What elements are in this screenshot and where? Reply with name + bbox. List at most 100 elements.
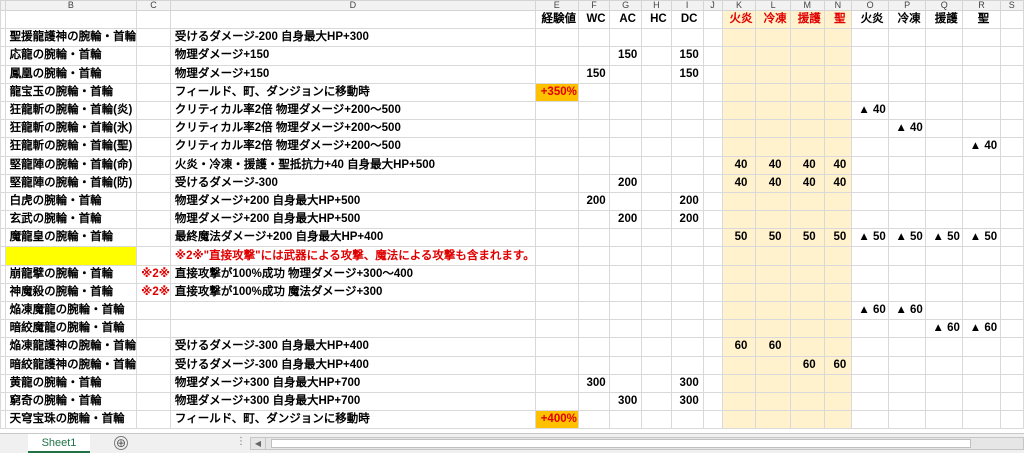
cell-j[interactable]: [702, 300, 723, 321]
cell-i[interactable]: [670, 28, 704, 48]
cell-r[interactable]: [962, 410, 1001, 430]
cell-l[interactable]: 60: [755, 337, 791, 357]
cell-p[interactable]: [888, 100, 927, 121]
cell-k[interactable]: [721, 46, 757, 66]
cell-e[interactable]: [534, 300, 579, 321]
cell-l[interactable]: [755, 391, 791, 412]
cell-q[interactable]: [925, 210, 964, 230]
cell-p[interactable]: [888, 282, 927, 303]
cell-r[interactable]: [962, 355, 1001, 375]
cell-o[interactable]: [850, 173, 890, 193]
cell-c[interactable]: [136, 355, 171, 375]
cell-f[interactable]: [577, 46, 611, 66]
cell-b[interactable]: 応龍の腕輪・首輪: [4, 46, 138, 66]
cell-r[interactable]: [962, 391, 1001, 412]
cell-f[interactable]: 300: [577, 373, 611, 393]
cell-f[interactable]: [577, 228, 611, 248]
cell-m[interactable]: [789, 337, 825, 357]
cell-g[interactable]: [609, 300, 643, 321]
cell-h[interactable]: [641, 155, 672, 175]
cell-k[interactable]: [721, 355, 757, 375]
cell-c[interactable]: [136, 300, 171, 321]
cell-p[interactable]: [888, 337, 927, 357]
cell-j[interactable]: [702, 100, 723, 121]
cell-m[interactable]: [789, 210, 825, 230]
cell-g[interactable]: 200: [609, 173, 643, 193]
cell-r[interactable]: [962, 46, 1001, 66]
cell-c[interactable]: [136, 46, 171, 66]
cell-b[interactable]: 白虎の腕輪・首輪: [4, 191, 138, 212]
cell-e[interactable]: [534, 246, 579, 266]
cell-k[interactable]: [721, 300, 757, 321]
cell-s[interactable]: [999, 391, 1024, 412]
cell-q[interactable]: [925, 300, 964, 321]
cell-m[interactable]: [789, 410, 825, 430]
cell-i[interactable]: [670, 173, 704, 193]
cell-d[interactable]: 物理ダメージ+300 自身最大HP+700: [169, 391, 536, 412]
column-header-r[interactable]: R: [962, 0, 1001, 11]
cell-l[interactable]: [755, 46, 791, 66]
cell-l[interactable]: [755, 119, 791, 139]
cell-q[interactable]: [925, 119, 964, 139]
column-header-n[interactable]: N: [823, 0, 852, 11]
cell-h[interactable]: [641, 100, 672, 121]
cell-k[interactable]: [721, 391, 757, 412]
cell-n[interactable]: [823, 210, 852, 230]
cell-b[interactable]: 黄龍の腕輪・首輪: [4, 373, 138, 393]
cell-p[interactable]: ▲ 40: [888, 119, 927, 139]
cell-h[interactable]: [641, 137, 672, 157]
cell-m[interactable]: [789, 373, 825, 393]
cell-o[interactable]: [850, 246, 890, 266]
cell-s[interactable]: [999, 264, 1024, 284]
cell-s[interactable]: [999, 82, 1024, 102]
cell-g[interactable]: [609, 100, 643, 121]
cell-d[interactable]: 物理ダメージ+150: [169, 64, 536, 84]
cell-s[interactable]: [999, 410, 1024, 430]
cell-e[interactable]: [534, 137, 579, 157]
cell-p[interactable]: [888, 391, 927, 412]
cell-n[interactable]: [823, 300, 852, 321]
cell-p[interactable]: [888, 155, 927, 175]
cell-q[interactable]: [925, 46, 964, 66]
cell-i[interactable]: [670, 337, 704, 357]
cell-o[interactable]: [850, 28, 890, 48]
cell-h[interactable]: [641, 119, 672, 139]
scroll-thumb[interactable]: [271, 439, 971, 448]
cell-b[interactable]: 龍宝玉の腕輪・首輪: [4, 82, 138, 102]
cell-c[interactable]: [136, 319, 171, 339]
cell-b[interactable]: 玄武の腕輪・首輪: [4, 210, 138, 230]
cell-q[interactable]: [925, 373, 964, 393]
cell-i[interactable]: [670, 319, 704, 339]
cell-p[interactable]: [888, 82, 927, 102]
column-header-m[interactable]: M: [789, 0, 825, 11]
cell-m[interactable]: [789, 100, 825, 121]
cell-c[interactable]: [136, 228, 171, 248]
cell-f[interactable]: [577, 319, 611, 339]
cell-e[interactable]: [534, 391, 579, 412]
cell-k[interactable]: 40: [721, 155, 757, 175]
cell-d[interactable]: クリティカル率2倍 物理ダメージ+200～500: [169, 100, 536, 121]
cell-j[interactable]: [702, 337, 723, 357]
cell-j[interactable]: [702, 28, 723, 48]
cell-l[interactable]: [755, 28, 791, 48]
cell-h[interactable]: [641, 228, 672, 248]
header-cell-r[interactable]: 聖: [962, 9, 1001, 30]
column-header-l[interactable]: L: [755, 0, 791, 11]
cell-p[interactable]: ▲ 60: [888, 300, 927, 321]
cell-h[interactable]: [641, 410, 672, 430]
cell-c[interactable]: [136, 100, 171, 121]
cell-r[interactable]: [962, 300, 1001, 321]
cell-d[interactable]: フィールド、町、ダンジョンに移動時: [169, 82, 536, 102]
cell-m[interactable]: [789, 46, 825, 66]
column-header-e[interactable]: E: [534, 0, 579, 11]
cell-p[interactable]: [888, 64, 927, 84]
cell-b[interactable]: 鳳凰の腕輪・首輪: [4, 64, 138, 84]
cell-i[interactable]: [670, 282, 704, 303]
column-header-i[interactable]: I: [670, 0, 704, 11]
cell-g[interactable]: [609, 355, 643, 375]
cell-l[interactable]: [755, 410, 791, 430]
cell-n[interactable]: [823, 282, 852, 303]
cell-k[interactable]: 40: [721, 173, 757, 193]
cell-h[interactable]: [641, 28, 672, 48]
cell-p[interactable]: [888, 191, 927, 212]
